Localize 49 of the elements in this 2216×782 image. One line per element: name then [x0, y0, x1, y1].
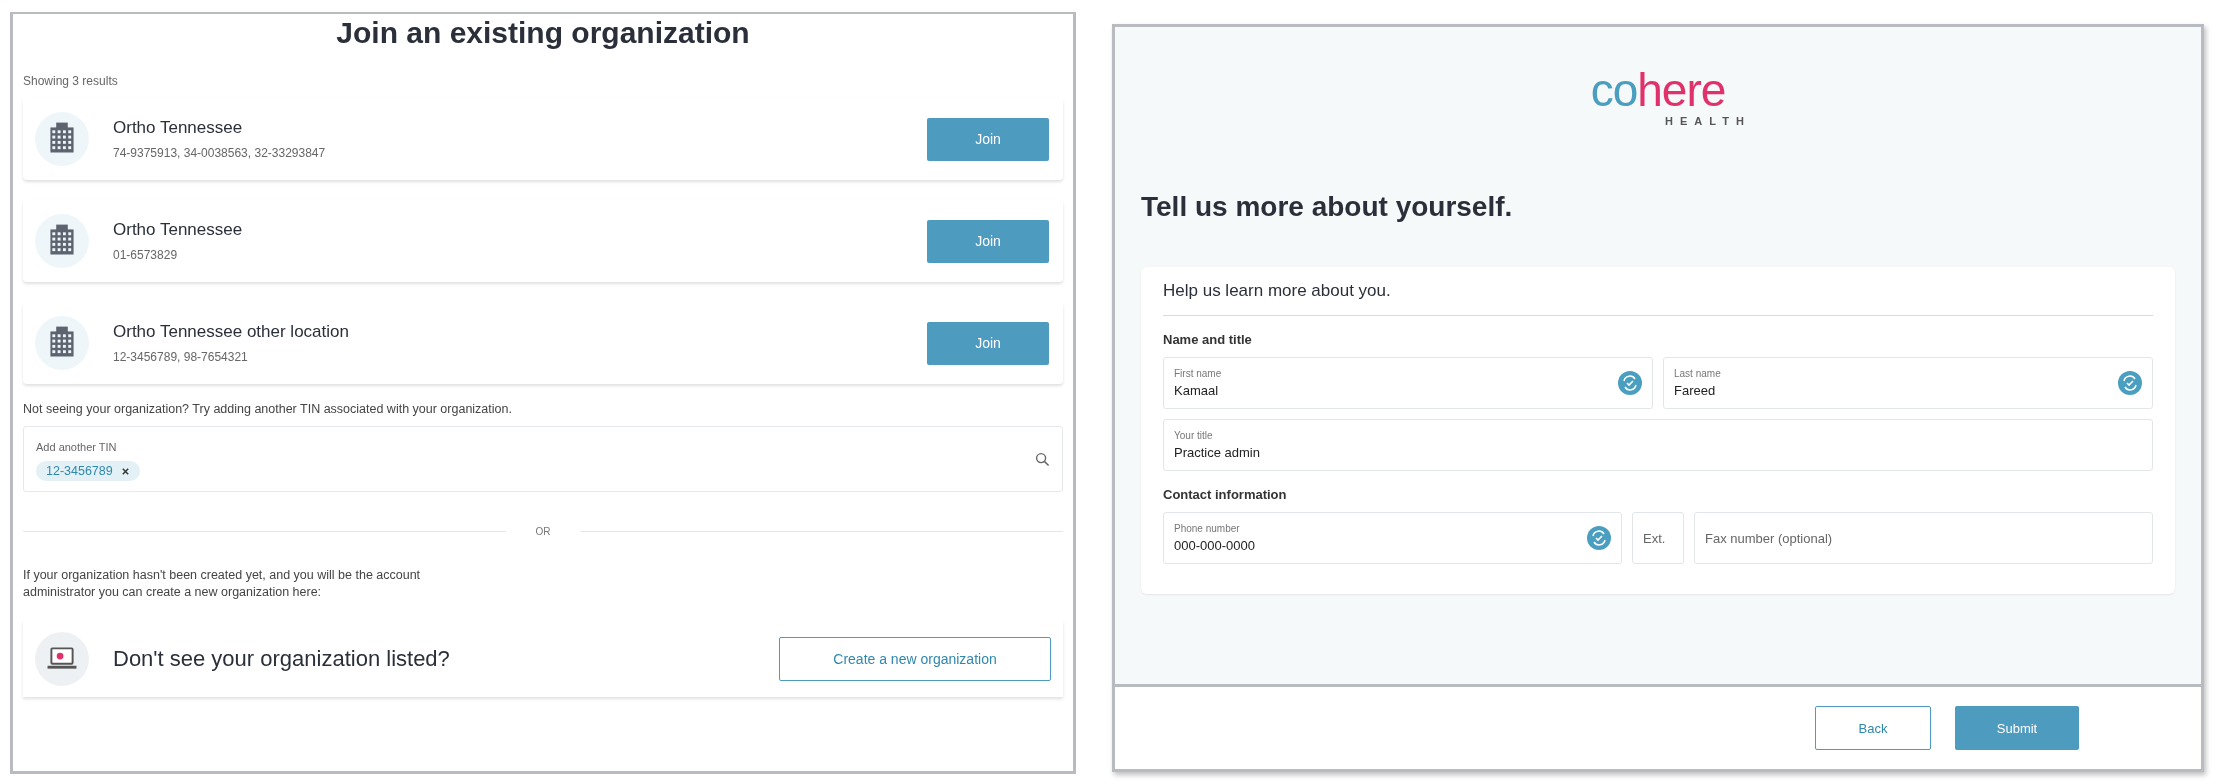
results-count: Showing 3 results [23, 74, 119, 88]
join-button[interactable]: Join [927, 321, 1049, 365]
laptop-icon [35, 631, 89, 686]
logo-subtitle: HEALTH [1665, 115, 1751, 127]
field-placeholder: Fax number (optional) [1705, 530, 1833, 546]
tin-search-field[interactable]: Add another TIN 12-3456789 [23, 426, 1063, 492]
field-label: Your title [1174, 430, 1214, 441]
remove-icon[interactable] [120, 466, 130, 476]
field-label: Phone number [1174, 523, 1241, 534]
text-field[interactable]: First name Kamaal [1163, 357, 1653, 409]
create-organization-button[interactable]: Create a new organization [779, 636, 1051, 681]
organization-name: Ortho Tennessee [113, 220, 244, 240]
tin-chip[interactable]: 12-3456789 [36, 461, 140, 481]
section-title: Name and title [1163, 332, 1253, 347]
logo-text: co [1590, 64, 1638, 116]
or-divider-text: OR [535, 526, 551, 537]
organization-name: Ortho Tennessee [113, 118, 244, 138]
text-field[interactable]: Ext. [1632, 512, 1684, 564]
search-icon[interactable] [1035, 451, 1050, 467]
section-title: Contact information [1163, 487, 1288, 502]
organization-tins: 12-3456789, 98-7654321 [113, 350, 249, 364]
form-heading: Tell us more about yourself. [1141, 191, 1514, 223]
hint-text: Not seeing your organization? Try adding another TIN associated with your organization. [23, 402, 513, 416]
building-icon [35, 214, 89, 268]
field-placeholder: Ext. [1643, 530, 1666, 546]
back-button[interactable]: Back [1815, 706, 1931, 750]
logo-text: here [1637, 64, 1726, 116]
field-value: 000-000-0000 [1174, 538, 1256, 553]
join-button[interactable]: Join [927, 117, 1049, 161]
join-button[interactable]: Join [927, 219, 1049, 263]
create-description: If your organization hasn't been created yet, and you will be the account administrator you can create a new organization here: [23, 567, 422, 601]
organization-tins: 01-6573829 [113, 248, 179, 262]
card-title: Help us learn more about you. [1163, 281, 2153, 316]
submit-button[interactable]: Submit [1955, 706, 2079, 750]
text-field[interactable]: Last name Fareed [1663, 357, 2153, 409]
field-label: First name [1174, 368, 1223, 379]
field-value: Kamaal [1174, 383, 1220, 398]
text-field[interactable]: Fax number (optional) [1694, 512, 2153, 564]
field-value: Fareed [1674, 383, 1717, 398]
building-icon [35, 316, 89, 370]
organization-tins: 74-9375913, 34-0038563, 32-33293847 [113, 146, 327, 160]
field-value: Practice admin [1174, 445, 1261, 460]
organization-name: Ortho Tennessee other location [113, 322, 350, 342]
text-field[interactable]: Phone number 000-000-0000 [1163, 512, 1622, 564]
text-field[interactable]: Your title Practice admin [1163, 419, 2153, 471]
field-label: Last name [1674, 368, 1722, 379]
page-title: Join an existing organization [335, 16, 751, 50]
building-icon [35, 112, 89, 166]
create-heading: Don't see your organization listed? [113, 645, 451, 672]
